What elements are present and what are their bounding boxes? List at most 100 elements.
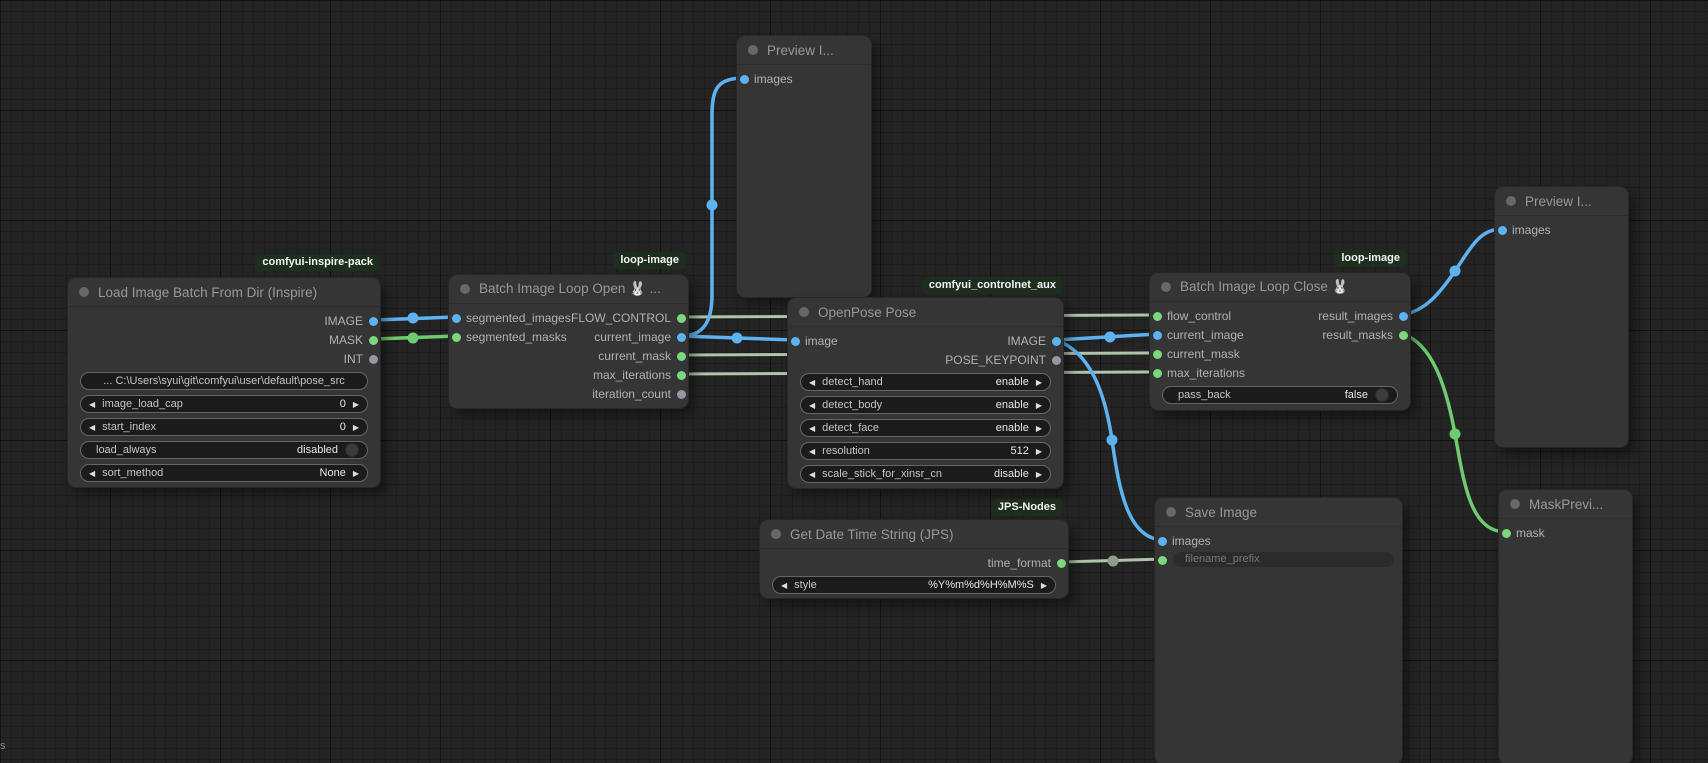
port-image-icon[interactable] <box>369 317 378 326</box>
node-preview-image-right[interactable]: Preview I... images <box>1495 187 1628 447</box>
widget-label: resolution <box>822 445 870 457</box>
reroute-dot[interactable] <box>1105 332 1116 343</box>
collapse-dot-icon[interactable] <box>1506 196 1516 206</box>
widget-directory-combo[interactable]: ... C:\Users\syui\git\comfyui\user\defau… <box>80 372 368 390</box>
port-mask-icon[interactable] <box>369 336 378 345</box>
collapse-dot-icon[interactable] <box>460 284 470 294</box>
port-max-iterations-icon[interactable] <box>1153 369 1162 378</box>
port-current-image-icon[interactable] <box>677 333 686 342</box>
node-title-bar[interactable]: Preview I... <box>737 36 871 65</box>
widget-label: image_load_cap <box>102 398 183 410</box>
port-iteration-count-icon[interactable] <box>677 390 686 399</box>
port-image-icon[interactable] <box>791 337 800 346</box>
port-flow-control-icon[interactable] <box>1153 312 1162 321</box>
stepper-left-icon[interactable] <box>809 422 815 434</box>
collapse-dot-icon[interactable] <box>1510 499 1520 509</box>
reroute-dot[interactable] <box>707 200 718 211</box>
node-batch-image-loop-close[interactable]: Batch Image Loop Close 🐰 flow_control re… <box>1150 273 1410 410</box>
widget-value: disabled <box>297 444 338 456</box>
stepper-right-icon[interactable] <box>1036 376 1042 388</box>
stepper-left-icon[interactable] <box>809 445 815 457</box>
collapse-dot-icon[interactable] <box>1166 507 1176 517</box>
port-time-format-icon[interactable] <box>1057 559 1066 568</box>
stepper-left-icon[interactable] <box>89 398 95 410</box>
port-pose-keypoint-icon[interactable] <box>1052 356 1061 365</box>
stepper-right-icon[interactable] <box>353 421 359 433</box>
widget-load-always-toggle[interactable]: load_always disabled <box>80 441 368 459</box>
port-images-icon[interactable] <box>740 75 749 84</box>
reroute-dot[interactable] <box>1450 266 1461 277</box>
toggle-knob-icon[interactable] <box>1375 388 1389 402</box>
widget-image-load-cap[interactable]: image_load_cap 0 <box>80 395 368 413</box>
node-title-bar[interactable]: MaskPrevi... <box>1499 490 1632 519</box>
port-result-images-icon[interactable] <box>1399 312 1408 321</box>
collapse-dot-icon[interactable] <box>748 45 758 55</box>
collapse-dot-icon[interactable] <box>771 529 781 539</box>
node-preview-image-top[interactable]: Preview I... images <box>737 36 871 297</box>
port-result-masks-icon[interactable] <box>1399 331 1408 340</box>
port-max-iterations-icon[interactable] <box>677 371 686 380</box>
widget-start-index[interactable]: start_index 0 <box>80 418 368 436</box>
port-current-image-icon[interactable] <box>1153 331 1162 340</box>
port-filename-prefix-icon[interactable] <box>1158 556 1167 565</box>
stepper-right-icon[interactable] <box>1041 579 1047 591</box>
reroute-dot[interactable] <box>1108 556 1119 567</box>
reroute-dot[interactable] <box>1450 429 1461 440</box>
node-title-bar[interactable]: Load Image Batch From Dir (Inspire) <box>68 278 380 307</box>
node-title-bar[interactable]: Save Image <box>1155 498 1402 527</box>
widget-pass-back-toggle[interactable]: pass_back false <box>1162 386 1398 404</box>
port-current-mask-icon[interactable] <box>677 352 686 361</box>
reroute-dot[interactable] <box>408 333 419 344</box>
node-title-bar[interactable]: Get Date Time String (JPS) <box>760 520 1068 549</box>
port-segmented-images-icon[interactable] <box>452 314 461 323</box>
port-label: INT <box>344 350 363 369</box>
port-segmented-masks-icon[interactable] <box>452 333 461 342</box>
stepper-left-icon[interactable] <box>89 421 95 433</box>
stepper-left-icon[interactable] <box>89 467 95 479</box>
node-title-bar[interactable]: Batch Image Loop Open 🐰 ... <box>449 275 688 304</box>
port-images-icon[interactable] <box>1158 537 1167 546</box>
widget-scale-stick[interactable]: scale_stick_for_xinsr_cn disable <box>800 465 1051 483</box>
stepper-right-icon[interactable] <box>1036 422 1042 434</box>
node-openpose-pose[interactable]: OpenPose Pose image IMAGE POSE_KEYPOINT … <box>788 298 1063 488</box>
node-load-image-batch[interactable]: Load Image Batch From Dir (Inspire) IMAG… <box>68 278 380 487</box>
graph-canvas[interactable]: comfyui-inspire-pack loop-image comfyui_… <box>0 0 1708 763</box>
widget-filename-prefix[interactable]: filename_prefix <box>1173 552 1394 567</box>
stepper-right-icon[interactable] <box>1036 399 1042 411</box>
toggle-knob-icon[interactable] <box>345 443 359 457</box>
widget-detect-hand[interactable]: detect_hand enable <box>800 373 1051 391</box>
node-mask-preview[interactable]: MaskPrevi... mask <box>1499 490 1632 763</box>
stepper-right-icon[interactable] <box>1036 445 1042 457</box>
stepper-left-icon[interactable] <box>781 579 787 591</box>
node-batch-image-loop-open[interactable]: Batch Image Loop Open 🐰 ... segmented_im… <box>449 275 688 408</box>
collapse-dot-icon[interactable] <box>1161 282 1171 292</box>
node-title-bar[interactable]: OpenPose Pose <box>788 298 1063 327</box>
stepper-left-icon[interactable] <box>809 399 815 411</box>
widget-detect-body[interactable]: detect_body enable <box>800 396 1051 414</box>
node-title: Preview I... <box>767 43 834 58</box>
widget-detect-face[interactable]: detect_face enable <box>800 419 1051 437</box>
stepper-right-icon[interactable] <box>1036 468 1042 480</box>
stepper-right-icon[interactable] <box>353 467 359 479</box>
port-mask-icon[interactable] <box>1502 529 1511 538</box>
port-image-out-icon[interactable] <box>1052 337 1061 346</box>
reroute-dot[interactable] <box>408 313 419 324</box>
port-flow-control-icon[interactable] <box>677 314 686 323</box>
stepper-left-icon[interactable] <box>809 376 815 388</box>
collapse-dot-icon[interactable] <box>79 287 89 297</box>
node-get-date-time-string[interactable]: Get Date Time String (JPS) time_format s… <box>760 520 1068 598</box>
port-current-mask-icon[interactable] <box>1153 350 1162 359</box>
port-images-icon[interactable] <box>1498 226 1507 235</box>
node-save-image[interactable]: Save Image images filename_prefix <box>1155 498 1402 763</box>
reroute-dot[interactable] <box>1107 435 1118 446</box>
stepper-right-icon[interactable] <box>353 398 359 410</box>
node-title-bar[interactable]: Batch Image Loop Close 🐰 <box>1150 273 1410 302</box>
widget-sort-method[interactable]: sort_method None <box>80 464 368 482</box>
port-int-icon[interactable] <box>369 355 378 364</box>
stepper-left-icon[interactable] <box>809 468 815 480</box>
widget-style[interactable]: style %Y%m%d%H%M%S <box>772 576 1056 594</box>
collapse-dot-icon[interactable] <box>799 307 809 317</box>
reroute-dot[interactable] <box>732 333 743 344</box>
widget-resolution[interactable]: resolution 512 <box>800 442 1051 460</box>
node-title-bar[interactable]: Preview I... <box>1495 187 1628 216</box>
